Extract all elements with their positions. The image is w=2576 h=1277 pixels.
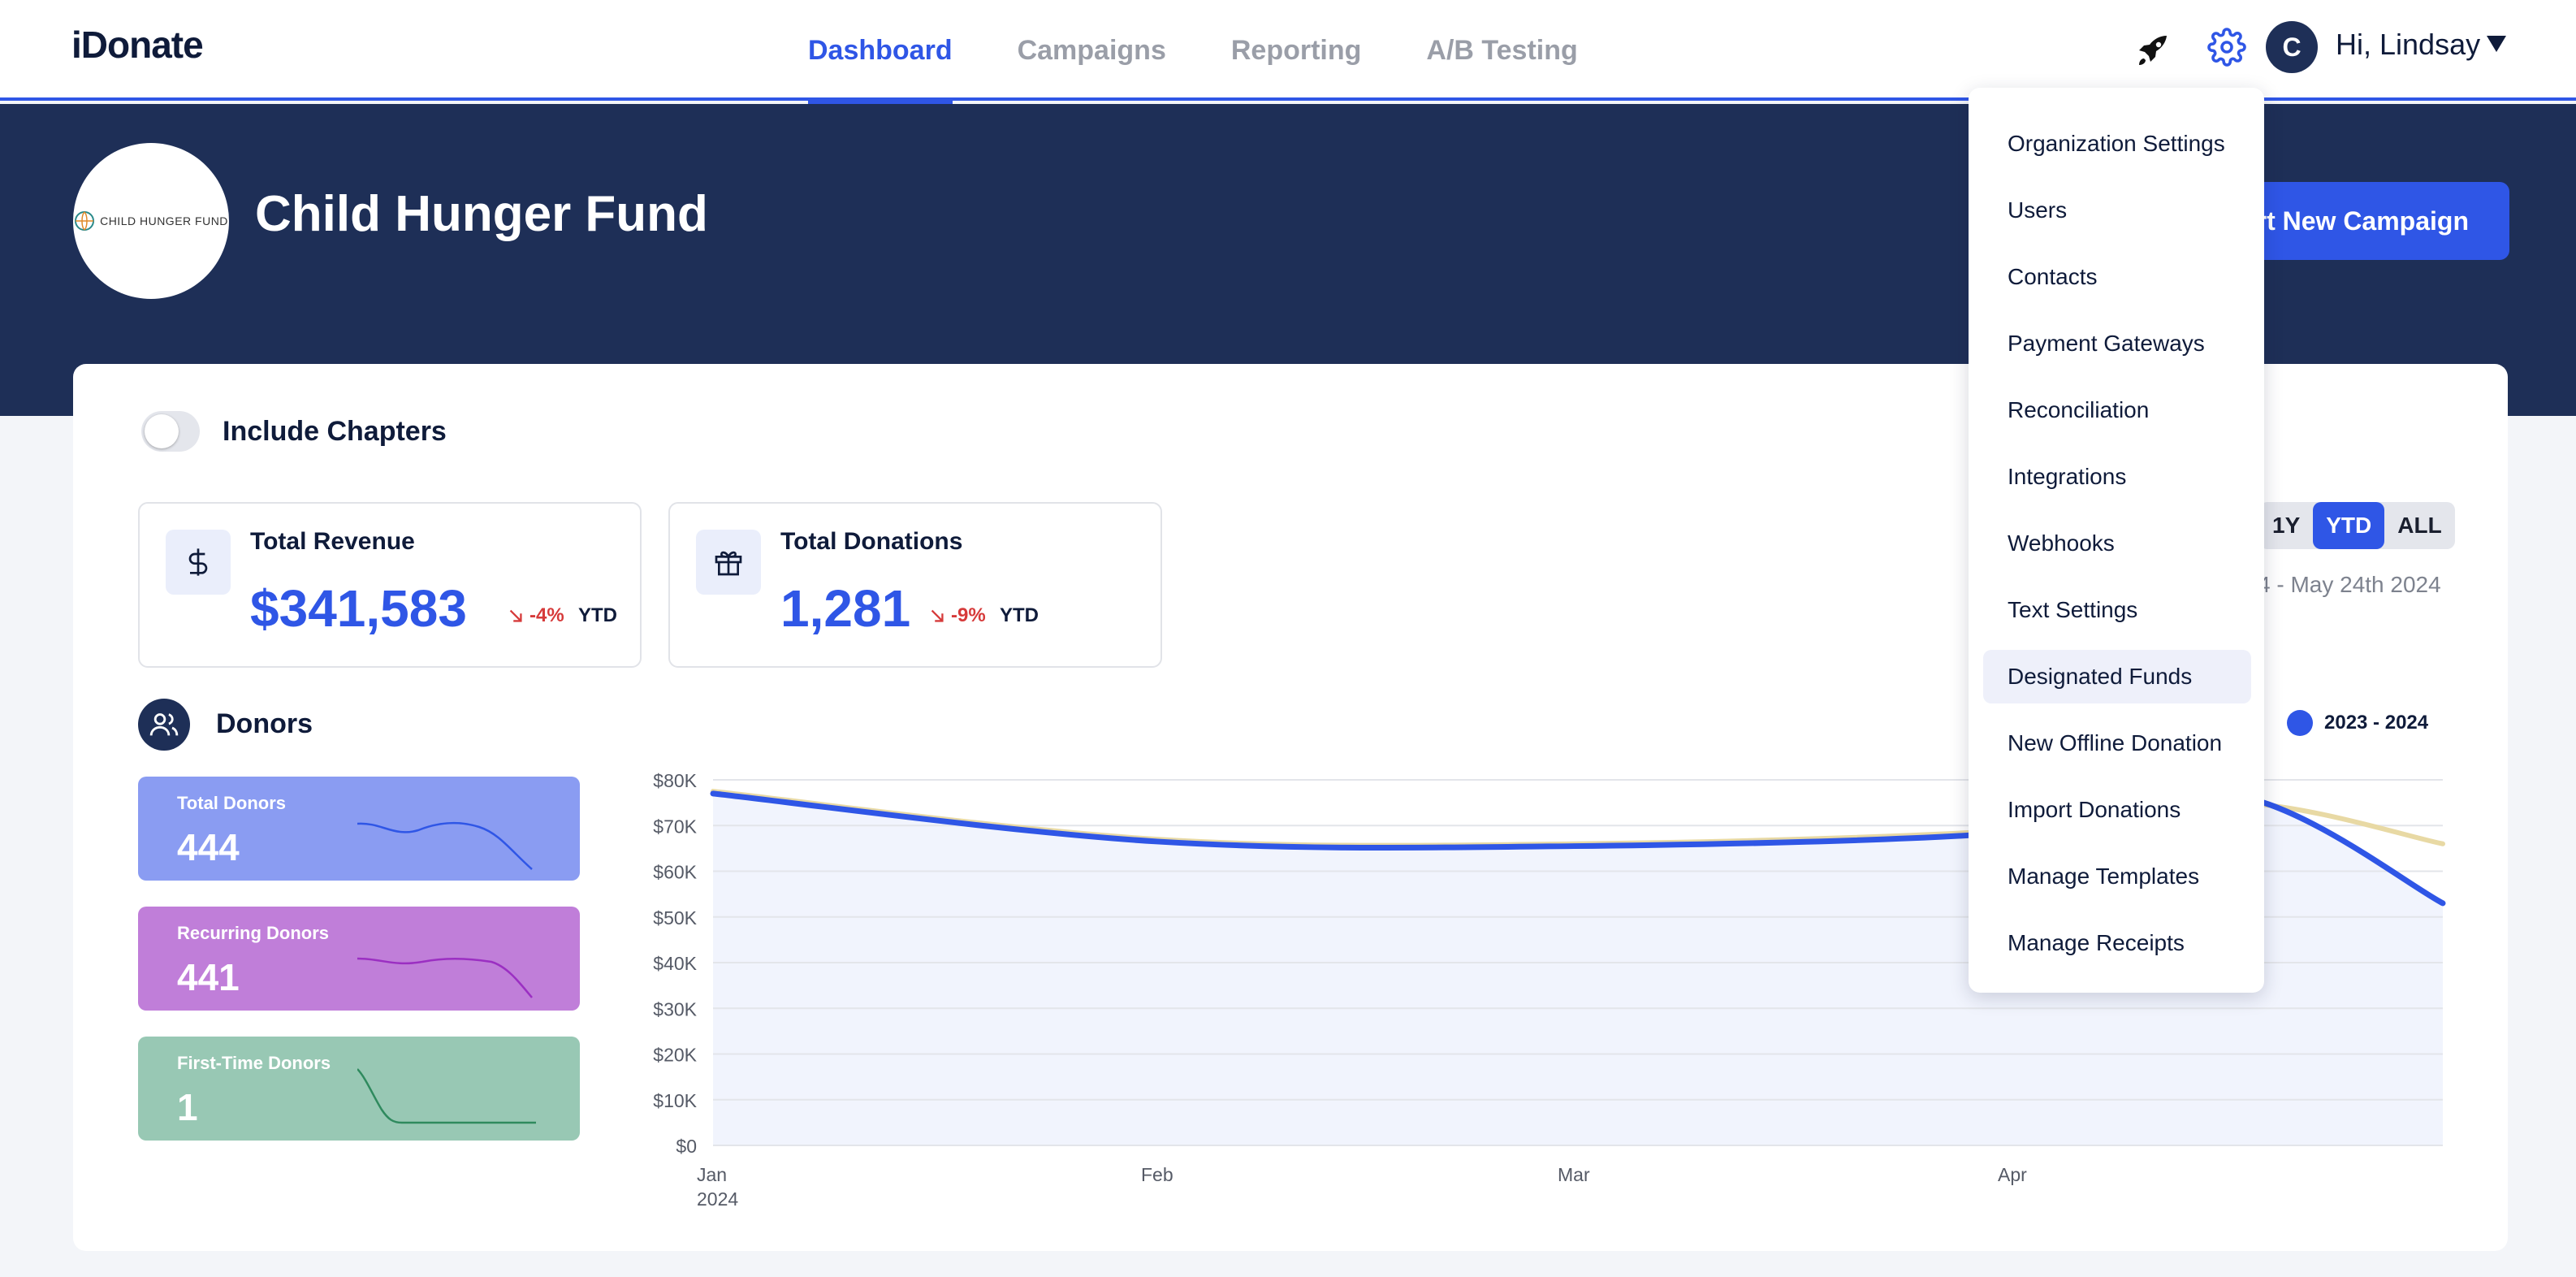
stat-title: Total Donations: [780, 528, 963, 555]
include-chapters-label: Include Chapters: [223, 416, 447, 447]
y-tick-label: $0: [676, 1136, 697, 1157]
tab-campaigns[interactable]: Campaigns: [1018, 0, 1166, 101]
stat-title: Total Revenue: [250, 528, 415, 555]
legend-swatch: [2287, 710, 2313, 736]
arrow-down-right-icon: [509, 609, 522, 622]
y-tick-label: $20K: [653, 1045, 697, 1066]
range-ytd-button[interactable]: YTD: [2313, 502, 2385, 549]
stat-change: -9%: [928, 604, 986, 627]
y-tick-label: $50K: [653, 907, 697, 929]
y-tick-label: $60K: [653, 862, 697, 883]
y-tick-label: $10K: [653, 1090, 697, 1111]
menu-item-payment-gateways[interactable]: Payment Gateways: [1983, 317, 2251, 370]
sparkline-path: [357, 1068, 536, 1124]
y-tick-label: $70K: [653, 816, 697, 837]
app-logo[interactable]: iDonate: [71, 23, 204, 67]
recurring-donors-card: Recurring Donors 441: [138, 907, 580, 1011]
sparkline-path: [357, 821, 533, 870]
org-name: Child Hunger Fund: [255, 186, 708, 242]
menu-item-import-donations[interactable]: Import Donations: [1983, 783, 2251, 837]
x-tick-label: Feb: [1141, 1164, 1173, 1185]
total-revenue-card: Total Revenue $341,583 -4% YTD: [138, 502, 642, 668]
menu-item-manage-receipts[interactable]: Manage Receipts: [1983, 916, 2251, 970]
y-tick-label: $30K: [653, 998, 697, 1019]
chart-legend: 2023 - 2024: [2287, 710, 2428, 736]
menu-item-users[interactable]: Users: [1983, 184, 2251, 237]
avatar[interactable]: C: [2266, 21, 2318, 73]
donor-card-label: First-Time Donors: [177, 1053, 331, 1073]
stat-period: YTD: [1000, 604, 1039, 626]
top-nav-bar: iDonate Dashboard Campaigns Reporting A/…: [0, 0, 2576, 104]
donors-title: Donors: [216, 708, 313, 739]
menu-item-reconciliation[interactable]: Reconciliation: [1983, 383, 2251, 437]
y-tick-label: $80K: [653, 770, 697, 791]
tab-reporting[interactable]: Reporting: [1231, 0, 1362, 101]
stat-change: -4%: [507, 604, 564, 627]
total-donations-card: Total Donations 1,281 -9% YTD: [668, 502, 1162, 668]
include-chapters-toggle[interactable]: [141, 411, 200, 452]
menu-item-webhooks[interactable]: Webhooks: [1983, 517, 2251, 570]
legend-label: 2023 - 2024: [2324, 712, 2429, 734]
menu-item-new-offline-donation[interactable]: New Offline Donation: [1983, 716, 2251, 770]
org-logo: CHILD HUNGER FUND: [73, 143, 229, 299]
users-icon: [138, 699, 190, 751]
donor-card-label: Total Donors: [177, 793, 287, 813]
date-range-text: 4 - May 24th 2024: [2258, 572, 2441, 597]
stat-value: 1,281: [780, 579, 911, 638]
total-donors-card: Total Donors 444: [138, 777, 580, 881]
sparkline: [357, 821, 533, 870]
range-all-button[interactable]: ALL: [2384, 502, 2454, 549]
globe-icon: [75, 211, 95, 231]
menu-item-organization-settings[interactable]: Organization Settings: [1983, 117, 2251, 171]
sparkline: [357, 1068, 536, 1124]
stat-value: $341,583: [250, 579, 467, 638]
stat-change-value: -9%: [951, 604, 986, 626]
first-time-donors-card: First-Time Donors 1: [138, 1037, 580, 1141]
y-tick-label: $40K: [653, 953, 697, 974]
donor-card-label: Recurring Donors: [177, 923, 330, 943]
x-tick-label: Apr: [1998, 1164, 2027, 1185]
chevron-down-icon[interactable]: [2487, 36, 2506, 52]
stat-change-value: -4%: [529, 604, 564, 626]
tab-ab-testing[interactable]: A/B Testing: [1426, 0, 1577, 101]
menu-item-manage-templates[interactable]: Manage Templates: [1983, 850, 2251, 903]
org-logo-text: CHILD HUNGER FUND: [100, 214, 228, 227]
arrow-down-right-icon: [931, 609, 944, 622]
x-tick-label: Jan: [697, 1164, 727, 1185]
settings-dropdown-menu: Organization Settings Users Contacts Paymen…: [1969, 88, 2264, 993]
menu-item-designated-funds[interactable]: Designated Funds: [1983, 650, 2251, 703]
stat-period: YTD: [578, 604, 617, 626]
donor-card-value: 444: [177, 826, 240, 868]
dollar-icon: [166, 530, 231, 595]
donor-card-value: 1: [177, 1086, 198, 1128]
menu-item-contacts[interactable]: Contacts: [1983, 250, 2251, 304]
user-greeting[interactable]: Hi, Lindsay: [2336, 28, 2480, 62]
x-tick-label-year: 2024: [697, 1188, 738, 1210]
sparkline: [357, 957, 533, 998]
x-tick-label: Mar: [1558, 1164, 1590, 1185]
date-range-selector: 1Y YTD ALL: [2259, 502, 2455, 549]
tab-dashboard[interactable]: Dashboard: [808, 0, 953, 104]
gear-icon[interactable]: [2207, 28, 2246, 67]
menu-item-text-settings[interactable]: Text Settings: [1983, 583, 2251, 637]
sparkline-path: [357, 957, 533, 998]
menu-item-integrations[interactable]: Integrations: [1983, 450, 2251, 504]
rocket-icon[interactable]: [2134, 31, 2173, 70]
main-nav: Dashboard Campaigns Reporting A/B Testin…: [808, 0, 1578, 104]
gift-icon: [696, 530, 761, 595]
donor-card-value: 441: [177, 956, 240, 998]
range-1y-button[interactable]: 1Y: [2259, 502, 2313, 549]
